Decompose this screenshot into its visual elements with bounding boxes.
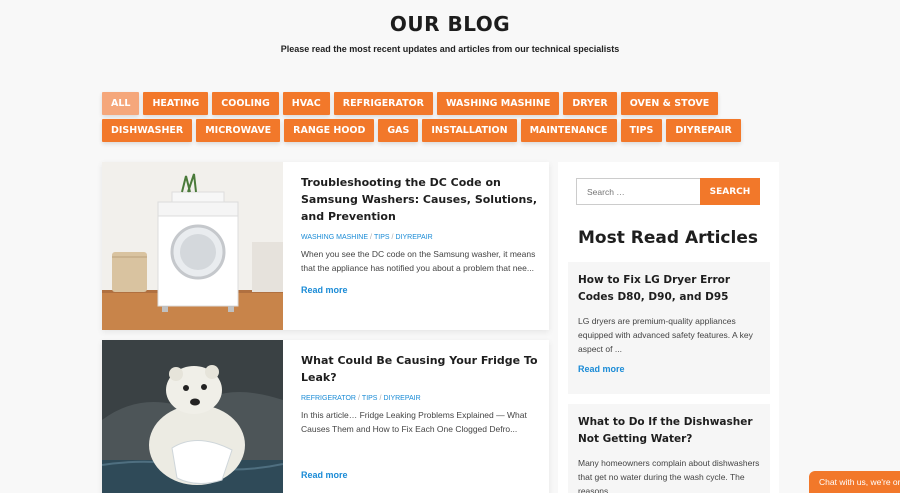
post-title[interactable]: Troubleshooting the DC Code on Samsung W… xyxy=(301,174,539,225)
filter-heating[interactable]: HEATING xyxy=(143,92,209,115)
tag-link[interactable]: TIPS xyxy=(362,395,378,402)
filter-dryer[interactable]: DRYER xyxy=(563,92,617,115)
filter-gas[interactable]: GAS xyxy=(378,119,419,142)
most-read-title: Most Read Articles xyxy=(578,228,758,248)
post-excerpt: When you see the DC code on the Samsung … xyxy=(301,249,536,273)
page-header: OUR BLOG Please read the most recent upd… xyxy=(0,12,900,54)
filter-row-1: ALL HEATING COOLING HVAC REFRIGERATOR WA… xyxy=(102,92,742,115)
washing-machine-image[interactable] xyxy=(102,162,283,330)
filter-tips[interactable]: TIPS xyxy=(620,119,663,142)
tag-link[interactable]: DIYREPAIR xyxy=(396,234,433,241)
filter-row-2: DISHWASHER MICROWAVE RANGE HOOD GAS INST… xyxy=(102,119,742,142)
read-more-link[interactable]: Read more xyxy=(301,285,539,295)
filter-cooling[interactable]: COOLING xyxy=(212,92,279,115)
filter-dishwasher[interactable]: DISHWASHER xyxy=(102,119,193,142)
filter-oven-stove[interactable]: OVEN & STOVE xyxy=(620,92,719,115)
tag-link[interactable]: WASHING MASHINE xyxy=(301,234,368,241)
filter-installation[interactable]: INSTALLATION xyxy=(422,119,517,142)
post-body: Troubleshooting the DC Code on Samsung W… xyxy=(301,174,539,295)
filter-refrigerator[interactable]: REFRIGERATOR xyxy=(333,92,433,115)
blog-post-card: What Could Be Causing Your Fridge To Lea… xyxy=(102,340,549,493)
article-excerpt: LG dryers are premium-quality appliances… xyxy=(578,316,753,354)
blog-post-card: Troubleshooting the DC Code on Samsung W… xyxy=(102,162,549,330)
article-excerpt: Many homeowners complain about dishwashe… xyxy=(578,458,760,493)
filter-hvac[interactable]: HVAC xyxy=(282,92,330,115)
article-title[interactable]: What to Do If the Dishwasher Not Getting… xyxy=(578,414,760,448)
article-title[interactable]: How to Fix LG Dryer Error Codes D80, D90… xyxy=(578,272,760,306)
category-filters: ALL HEATING COOLING HVAC REFRIGERATOR WA… xyxy=(102,92,742,146)
filter-range-hood[interactable]: RANGE HOOD xyxy=(284,119,375,142)
tag-link[interactable]: DIYREPAIR xyxy=(383,395,420,402)
post-tags: REFRIGERATOR / TIPS / DIYREPAIR xyxy=(301,395,421,402)
sidebar: SEARCH Most Read Articles How to Fix LG … xyxy=(558,162,779,493)
search-input[interactable] xyxy=(576,178,700,205)
search-button[interactable]: SEARCH xyxy=(700,178,760,205)
page-title: OUR BLOG xyxy=(389,12,511,36)
page-subtitle: Please read the most recent updates and … xyxy=(280,44,620,54)
filter-microwave[interactable]: MICROWAVE xyxy=(196,119,281,142)
filter-all[interactable]: ALL xyxy=(102,92,140,115)
filter-maintenance[interactable]: MAINTENANCE xyxy=(520,119,617,142)
search-form: SEARCH xyxy=(576,178,760,205)
most-read-article: What to Do If the Dishwasher Not Getting… xyxy=(568,404,770,493)
tag-link[interactable]: REFRIGERATOR xyxy=(301,395,356,402)
post-excerpt: In this article… Fridge Leaking Problems… xyxy=(301,410,527,434)
post-title[interactable]: What Could Be Causing Your Fridge To Lea… xyxy=(301,352,539,386)
read-more-link[interactable]: Read more xyxy=(301,470,539,480)
tag-link[interactable]: TIPS xyxy=(374,234,390,241)
chat-widget-button[interactable]: Chat with us, we're online xyxy=(809,471,900,493)
filter-diyrepair[interactable]: DIYREPAIR xyxy=(666,119,741,142)
read-more-link[interactable]: Read more xyxy=(578,364,760,374)
most-read-article: How to Fix LG Dryer Error Codes D80, D90… xyxy=(568,262,770,394)
polar-bear-image[interactable] xyxy=(102,340,283,493)
post-tags: WASHING MASHINE / TIPS / DIYREPAIR xyxy=(301,234,433,241)
post-body: What Could Be Causing Your Fridge To Lea… xyxy=(301,352,539,480)
filter-washing-machine[interactable]: WASHING MASHINE xyxy=(436,92,560,115)
